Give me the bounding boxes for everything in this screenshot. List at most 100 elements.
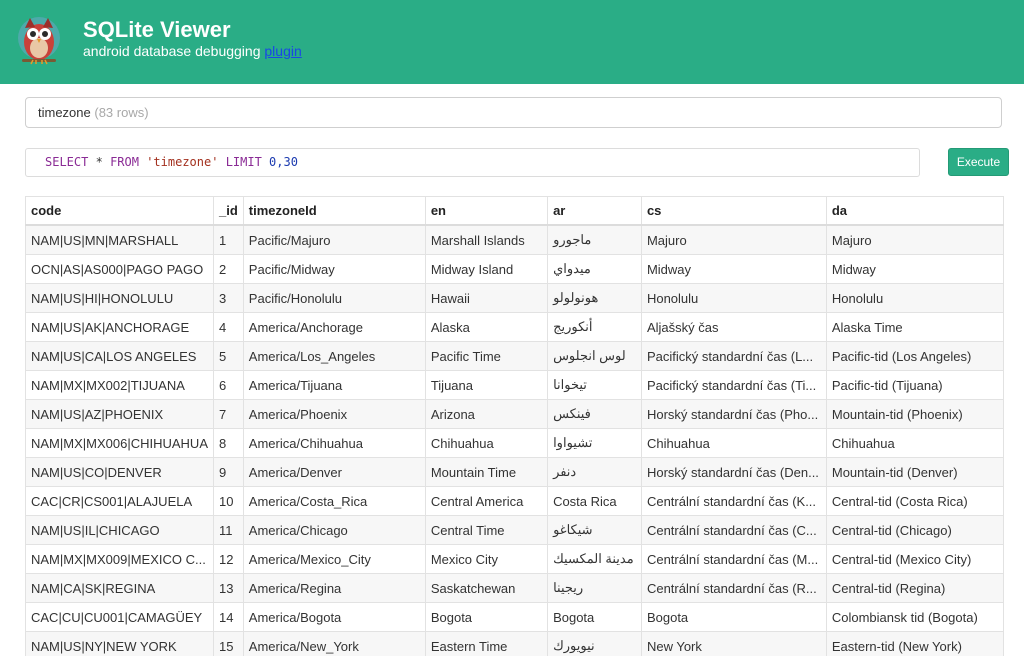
table-cell-code: NAM|US|HI|HONOLULU [25, 283, 214, 313]
table-cell-en: Mountain Time [424, 457, 549, 487]
table-cell-id: 15 [213, 631, 244, 656]
table-cell-cs: Centrální standardní čas (C... [640, 515, 827, 545]
table-cell-ar: ريجينا [547, 573, 642, 603]
table-cell-ar: شيكاغو [547, 515, 642, 545]
table-row[interactable]: NAM|MX|MX009|MEXICO C... 12 America/Mexico… [25, 544, 1004, 574]
table-row[interactable]: NAM|MX|MX006|CHIHUAHUA 8 America/Chihuahua… [25, 428, 1004, 458]
table-cell-en: Saskatchewan [424, 573, 549, 603]
table-cell-code: NAM|US|AZ|PHOENIX [25, 399, 214, 429]
column-header[interactable]: en [424, 196, 549, 226]
table-selector[interactable]: timezone (83 rows) [25, 97, 1002, 128]
table-cell-timezoneid: America/Los_Angeles [242, 341, 426, 371]
table-cell-en: Tijuana [424, 370, 549, 400]
table-row[interactable]: NAM|CA|SK|REGINA 13 America/Regina Saskatch… [25, 573, 1004, 603]
table-row[interactable]: CAC|CR|CS001|ALAJUELA 10 America/Costa_Ric… [25, 486, 1004, 516]
table-cell-da: Eastern-tid (New York) [825, 631, 1004, 656]
table-cell-en: Eastern Time [424, 631, 549, 656]
table-cell-da: Majuro [825, 224, 1004, 255]
table-cell-timezoneid: America/Anchorage [242, 312, 426, 342]
table-cell-cs: Aljašský čas [640, 312, 827, 342]
table-cell-cs: Midway [640, 254, 827, 284]
table-cell-da: Alaska Time [825, 312, 1004, 342]
table-cell-cs: Horský standardní čas (Den... [640, 457, 827, 487]
table-cell-da: Honolulu [825, 283, 1004, 313]
table-row[interactable]: OCN|AS|AS000|PAGO PAGO 2 Pacific/Midway Mid… [25, 254, 1004, 284]
results-table: code _id timezoneId en ar cs da NAM|US|M… [25, 196, 1004, 656]
table-cell-cs: Centrální standardní čas (K... [640, 486, 827, 516]
table-cell-timezoneid: America/Chihuahua [242, 428, 426, 458]
column-header[interactable]: timezoneId [242, 196, 426, 226]
table-cell-ar: أنكوريج [547, 312, 642, 342]
table-cell-ar: تشيواوا [547, 428, 642, 458]
column-header[interactable]: cs [640, 196, 827, 226]
table-cell-cs: Pacifický standardní čas (L... [640, 341, 827, 371]
table-cell-cs: New York [640, 631, 827, 656]
query-from-keyword: FROM [110, 155, 139, 169]
table-cell-code: NAM|US|MN|MARSHALL [25, 224, 214, 255]
column-header[interactable]: code [25, 196, 214, 226]
table-cell-code: NAM|MX|MX009|MEXICO C... [25, 544, 214, 574]
table-cell-ar: نيويورك [547, 631, 642, 656]
table-cell-timezoneid: America/Chicago [242, 515, 426, 545]
table-row[interactable]: CAC|CU|CU001|CAMAGÜEY 14 America/Bogota Bog… [25, 602, 1004, 632]
column-header[interactable]: ar [547, 196, 642, 226]
table-cell-en: Mexico City [424, 544, 549, 574]
table-cell-id: 1 [213, 224, 244, 255]
table-cell-da: Mountain-tid (Phoenix) [825, 399, 1004, 429]
execute-button[interactable]: Execute [948, 148, 1009, 176]
table-row[interactable]: NAM|US|AZ|PHOENIX 7 America/Phoenix Arizona… [25, 399, 1004, 429]
table-cell-id: 3 [213, 283, 244, 313]
table-cell-code: NAM|US|CA|LOS ANGELES [25, 341, 214, 371]
table-cell-code: OCN|AS|AS000|PAGO PAGO [25, 254, 214, 284]
table-row[interactable]: NAM|MX|MX002|TIJUANA 6 America/Tijuana Tiju… [25, 370, 1004, 400]
column-header[interactable]: da [825, 196, 1004, 226]
table-cell-id: 11 [213, 515, 244, 545]
table-cell-code: NAM|US|NY|NEW YORK [25, 631, 214, 656]
owl-logo-icon [18, 17, 60, 65]
table-cell-code: NAM|US|IL|CHICAGO [25, 515, 214, 545]
app-header: SQLite Viewer android database debugging… [0, 0, 1024, 84]
table-row[interactable]: NAM|US|AK|ANCHORAGE 4 America/Anchorage Ala… [25, 312, 1004, 342]
table-cell-code: NAM|MX|MX006|CHIHUAHUA [25, 428, 214, 458]
table-cell-cs: Chihuahua [640, 428, 827, 458]
table-row[interactable]: NAM|US|HI|HONOLULU 3 Pacific/Honolulu Hawai… [25, 283, 1004, 313]
query-editor[interactable]: SELECT * FROM 'timezone' LIMIT 0,30 [25, 148, 920, 177]
table-cell-id: 14 [213, 602, 244, 632]
table-cell-id: 5 [213, 341, 244, 371]
subtitle-text: android database debugging [83, 43, 261, 59]
table-cell-ar: دنفر [547, 457, 642, 487]
table-cell-da: Central-tid (Regina) [825, 573, 1004, 603]
table-cell-timezoneid: Pacific/Majuro [242, 224, 426, 255]
table-cell-da: Midway [825, 254, 1004, 284]
app-title: SQLite Viewer [83, 17, 231, 42]
table-cell-id: 13 [213, 573, 244, 603]
table-cell-da: Central-tid (Chicago) [825, 515, 1004, 545]
plugin-link[interactable]: plugin [264, 43, 301, 59]
table-cell-cs: Centrální standardní čas (M... [640, 544, 827, 574]
table-row[interactable]: NAM|US|IL|CHICAGO 11 America/Chicago Centra… [25, 515, 1004, 545]
table-cell-cs: Horský standardní čas (Pho... [640, 399, 827, 429]
table-cell-id: 7 [213, 399, 244, 429]
table-cell-code: NAM|US|CO|DENVER [25, 457, 214, 487]
table-cell-en: Central America [424, 486, 549, 516]
table-name: timezone [38, 105, 91, 120]
table-cell-da: Central-tid (Costa Rica) [825, 486, 1004, 516]
table-row[interactable]: NAM|US|CO|DENVER 9 America/Denver Mountain … [25, 457, 1004, 487]
table-cell-id: 4 [213, 312, 244, 342]
query-table-literal: 'timezone' [146, 155, 219, 169]
table-row[interactable]: NAM|US|MN|MARSHALL 1 Pacific/Majuro Marshal… [25, 224, 1004, 255]
table-cell-ar: فينكس [547, 399, 642, 429]
table-cell-en: Alaska [424, 312, 549, 342]
table-row[interactable]: NAM|US|NY|NEW YORK 15 America/New_York East… [25, 631, 1004, 656]
table-cell-timezoneid: America/Mexico_City [242, 544, 426, 574]
table-cell-timezoneid: Pacific/Midway [242, 254, 426, 284]
table-cell-en: Arizona [424, 399, 549, 429]
app-subtitle: android database debugging plugin [83, 43, 302, 59]
table-cell-cs: Centrální standardní čas (R... [640, 573, 827, 603]
table-cell-ar: Bogota [547, 602, 642, 632]
table-cell-timezoneid: Pacific/Honolulu [242, 283, 426, 313]
table-cell-id: 12 [213, 544, 244, 574]
table-row[interactable]: NAM|US|CA|LOS ANGELES 5 America/Los_Angele… [25, 341, 1004, 371]
table-cell-timezoneid: America/Tijuana [242, 370, 426, 400]
column-header[interactable]: _id [213, 196, 244, 226]
